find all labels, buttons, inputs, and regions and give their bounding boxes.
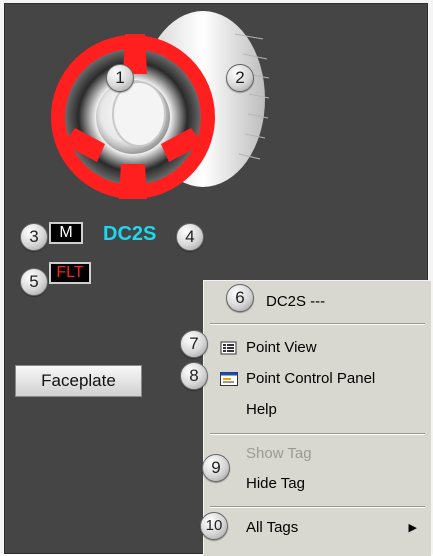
callout-6: 6 (226, 284, 254, 312)
callout-3: 3 (20, 223, 48, 251)
callout-1: 1 (106, 64, 134, 92)
callout-5: 5 (20, 268, 48, 296)
mode-indicator[interactable]: M (49, 222, 83, 244)
menu-item-show-tag: Show Tag (204, 442, 431, 466)
menu-header-label: DC2S --- (266, 293, 326, 310)
valve-symbol[interactable] (5, 4, 427, 214)
submenu-arrow-icon: ▶ (408, 522, 417, 534)
menu-item-label: Hide Tag (246, 475, 305, 492)
menu-item-hide-tag[interactable]: Hide Tag (204, 472, 431, 496)
menu-item-point-control-panel[interactable]: Point Control Panel (204, 367, 431, 391)
menu-item-help[interactable]: Help (204, 398, 431, 422)
menu-item-label: Point Control Panel (246, 370, 376, 387)
faceplate-button[interactable]: Faceplate (15, 365, 142, 397)
menu-separator (210, 323, 425, 325)
menu-item-label: Show Tag (246, 445, 312, 462)
context-menu: DC2S --- Point View Point Control Panel … (203, 280, 431, 556)
screenshot-frame: M DC2S FLT Faceplate DC2S --- Point View (0, 0, 433, 556)
callout-9: 9 (202, 454, 230, 482)
callout-2: 2 (226, 64, 254, 92)
graphic-display: M DC2S FLT Faceplate DC2S --- Point View (4, 3, 431, 556)
point-view-icon (220, 341, 237, 355)
callout-7: 7 (180, 330, 208, 358)
menu-item-all-tags[interactable]: All Tags ▶ (204, 516, 431, 540)
menu-item-label: Help (246, 401, 277, 418)
fault-indicator[interactable]: FLT (49, 262, 91, 284)
menu-item-label: All Tags (246, 519, 299, 536)
menu-separator (210, 433, 425, 435)
control-panel-icon (220, 372, 238, 386)
menu-item-point-view[interactable]: Point View (204, 336, 431, 360)
callout-8: 8 (180, 362, 208, 390)
menu-separator (210, 506, 425, 508)
menu-item-label: Point View (246, 339, 317, 356)
callout-4: 4 (176, 223, 204, 251)
device-tag-label[interactable]: DC2S (103, 223, 156, 246)
callout-10: 10 (200, 512, 228, 540)
